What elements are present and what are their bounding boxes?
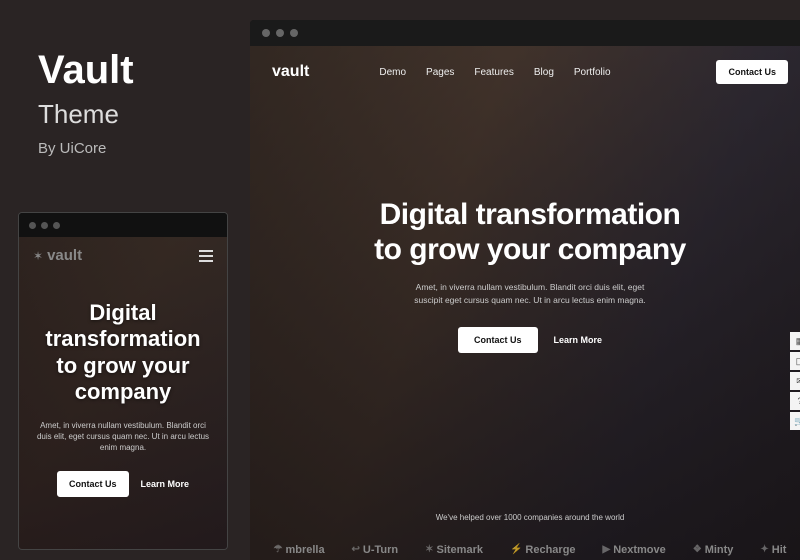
window-dot	[262, 29, 270, 37]
theme-title: Vault	[38, 48, 134, 93]
side-toolbar: ▦ ◨ ✉ ? 🛒	[790, 332, 800, 430]
panel-icon[interactable]: ◨	[790, 352, 800, 370]
desktop-hero-heading: Digital transformation to grow your comp…	[250, 198, 800, 267]
mobile-nav: ✶ vault	[19, 237, 227, 272]
mobile-logo: vault	[47, 247, 82, 264]
helped-text: We've helped over 1000 companies around …	[250, 513, 800, 522]
theme-info-panel: Vault Theme By UiCore	[38, 48, 134, 157]
mobile-hero-heading: Digital transformation to grow your comp…	[33, 300, 213, 406]
window-dot	[290, 29, 298, 37]
mobile-window-chrome	[19, 213, 227, 237]
desktop-preview: vault Demo Pages Features Blog Portfolio…	[250, 20, 800, 560]
nav-item-features[interactable]: Features	[474, 67, 513, 78]
mobile-hero-sub: Amet, in viverra nullam vestibulum. Blan…	[33, 420, 213, 454]
cart-icon[interactable]: 🛒	[790, 412, 800, 430]
contact-us-button[interactable]: Contact Us	[57, 471, 129, 497]
contact-us-button[interactable]: Contact Us	[716, 60, 788, 84]
nav-item-demo[interactable]: Demo	[379, 67, 406, 78]
mobile-cta-row: Contact Us Learn More	[33, 471, 213, 497]
help-icon[interactable]: ?	[790, 392, 800, 410]
mobile-hero: Digital transformation to grow your comp…	[19, 272, 227, 497]
desktop-hero-sub: Amet, in viverra nullam vestibulum. Blan…	[250, 281, 800, 307]
window-dot	[276, 29, 284, 37]
window-dot	[29, 222, 36, 229]
desktop-cta-row: Contact Us Learn More	[250, 327, 800, 353]
logo-star-icon: ✶	[33, 249, 43, 263]
desktop-hero: Digital transformation to grow your comp…	[250, 98, 800, 556]
nav-item-blog[interactable]: Blog	[534, 67, 554, 78]
hamburger-icon[interactable]	[199, 250, 213, 262]
learn-more-button[interactable]: Learn More	[141, 471, 190, 497]
learn-more-button[interactable]: Learn More	[554, 327, 603, 353]
desktop-nav: vault Demo Pages Features Blog Portfolio…	[250, 46, 800, 98]
layout-icon[interactable]: ▦	[790, 332, 800, 350]
chat-icon[interactable]: ✉	[790, 372, 800, 390]
theme-subtitle: Theme	[38, 99, 134, 130]
desktop-window-chrome	[250, 20, 800, 46]
mobile-body: ✶ vault Digital transformation to grow y…	[19, 237, 227, 549]
contact-us-button[interactable]: Contact Us	[458, 327, 538, 353]
desktop-logo: vault	[272, 63, 309, 81]
theme-author: By UiCore	[38, 140, 134, 157]
nav-item-portfolio[interactable]: Portfolio	[574, 67, 611, 78]
window-dot	[53, 222, 60, 229]
nav-item-pages[interactable]: Pages	[426, 67, 454, 78]
mobile-preview: ✶ vault Digital transformation to grow y…	[18, 212, 228, 550]
nav-menu: Demo Pages Features Blog Portfolio	[379, 67, 610, 78]
desktop-body: vault Demo Pages Features Blog Portfolio…	[250, 46, 800, 560]
window-dot	[41, 222, 48, 229]
